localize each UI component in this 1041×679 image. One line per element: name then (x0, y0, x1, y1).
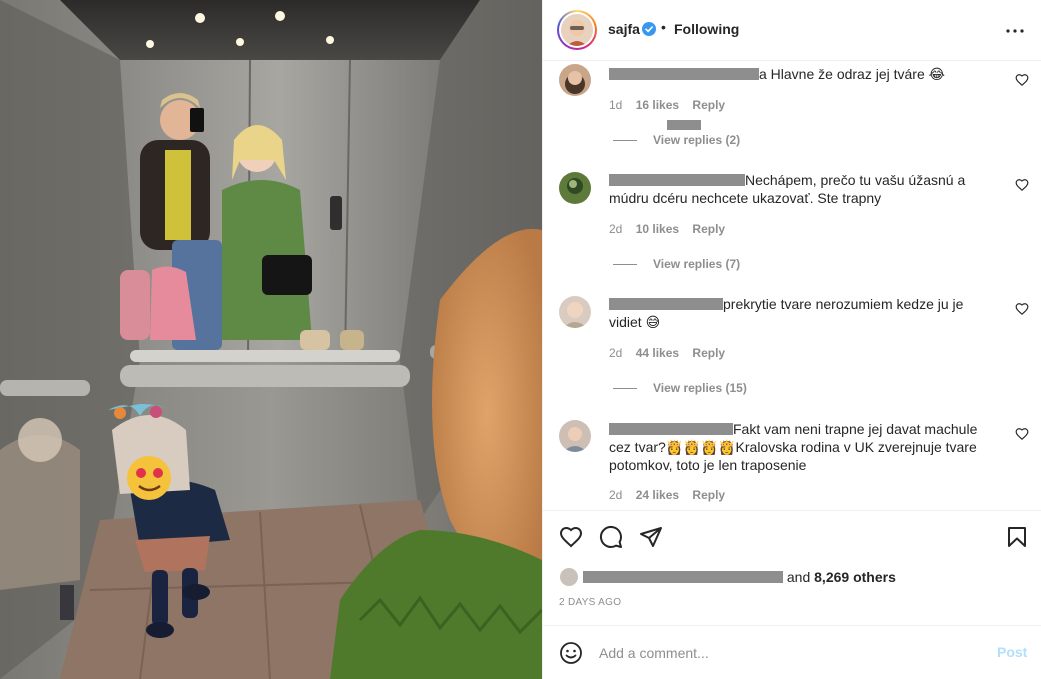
comment-likes[interactable]: 16 likes (636, 98, 679, 112)
redacted-text (667, 120, 701, 130)
share-icon[interactable] (639, 525, 663, 549)
commenter-avatar[interactable] (559, 172, 591, 204)
comment-time: 2d (609, 488, 623, 502)
comment-likes[interactable]: 44 likes (636, 346, 679, 360)
commenter-avatar[interactable] (559, 64, 591, 96)
likes-count[interactable]: 8,269 others (814, 569, 896, 585)
more-options-icon[interactable] (1003, 19, 1027, 43)
view-replies-button[interactable]: View replies (2) (613, 133, 740, 147)
commenter-avatar[interactable] (559, 420, 591, 452)
redacted-username (609, 423, 733, 435)
post-timestamp[interactable]: 2 DAYS AGO (559, 597, 621, 608)
author-username[interactable]: sajfa (608, 21, 640, 37)
post-actions: and 8,269 others 2 DAYS AGO (543, 510, 1041, 625)
comments-list[interactable]: a Hlavne že odraz jej tváre 😂 1d 16 like… (543, 62, 1041, 510)
verified-badge-icon (642, 22, 656, 36)
view-replies-button[interactable]: View replies (7) (613, 257, 740, 271)
comment-like-heart-icon[interactable] (1015, 427, 1029, 441)
comment-time: 2d (609, 346, 623, 360)
author-avatar[interactable] (557, 10, 597, 50)
comment-text: prekrytie tvare nerozumiem kedze ju je v… (609, 296, 964, 330)
comment-meta: 1d 16 likes Reply (609, 98, 735, 112)
bookmark-icon[interactable] (1005, 525, 1029, 549)
reply-button[interactable]: Reply (692, 98, 725, 112)
likes-summary-text: and 8,269 others (583, 569, 896, 585)
post-detail-panel: sajfa • Following a Hlavne že odraz jej … (542, 0, 1041, 679)
comment-likes[interactable]: 10 likes (636, 222, 679, 236)
redacted-username (609, 68, 759, 80)
comment-icon[interactable] (599, 525, 623, 549)
add-comment-input[interactable] (599, 640, 979, 666)
reply-button[interactable]: Reply (692, 222, 725, 236)
reply-button[interactable]: Reply (692, 488, 725, 502)
view-replies-button[interactable]: View replies (15) (613, 381, 747, 395)
separator-dot: • (661, 19, 666, 35)
comment-meta: 2d 10 likes Reply (609, 222, 735, 236)
commenter-avatar[interactable] (559, 296, 591, 328)
comment-text: Fakt vam neni trapne jej davat machule c… (609, 421, 978, 473)
comment-time: 2d (609, 222, 623, 236)
comment-text: Nechápem, prečo tu vašu úžasnú a múdru d… (609, 172, 966, 206)
comment-meta: 2d 24 likes Reply (609, 488, 735, 502)
elevator-selfie-image (0, 0, 542, 679)
redacted-username (609, 174, 745, 186)
comment-like-heart-icon[interactable] (1015, 73, 1029, 87)
post-photo[interactable] (0, 0, 542, 679)
comment-meta: 2d 44 likes Reply (609, 346, 735, 360)
comment-time: 1d (609, 98, 623, 112)
post-header: sajfa • Following (543, 0, 1041, 61)
heart-icon[interactable] (559, 525, 583, 549)
comment-composer: Post (543, 625, 1041, 679)
redacted-username (609, 298, 723, 310)
liker-avatar (559, 567, 579, 587)
comment-text: a Hlavne že odraz jej tváre 😂 (609, 65, 989, 83)
emoji-icon[interactable] (559, 641, 583, 665)
comment-like-heart-icon[interactable] (1015, 178, 1029, 192)
reply-button[interactable]: Reply (692, 346, 725, 360)
post-comment-button[interactable]: Post (997, 644, 1027, 660)
comment-likes[interactable]: 24 likes (636, 488, 679, 502)
redacted-liker-name (583, 571, 783, 583)
following-button[interactable]: Following (674, 21, 739, 37)
comment-like-heart-icon[interactable] (1015, 302, 1029, 316)
